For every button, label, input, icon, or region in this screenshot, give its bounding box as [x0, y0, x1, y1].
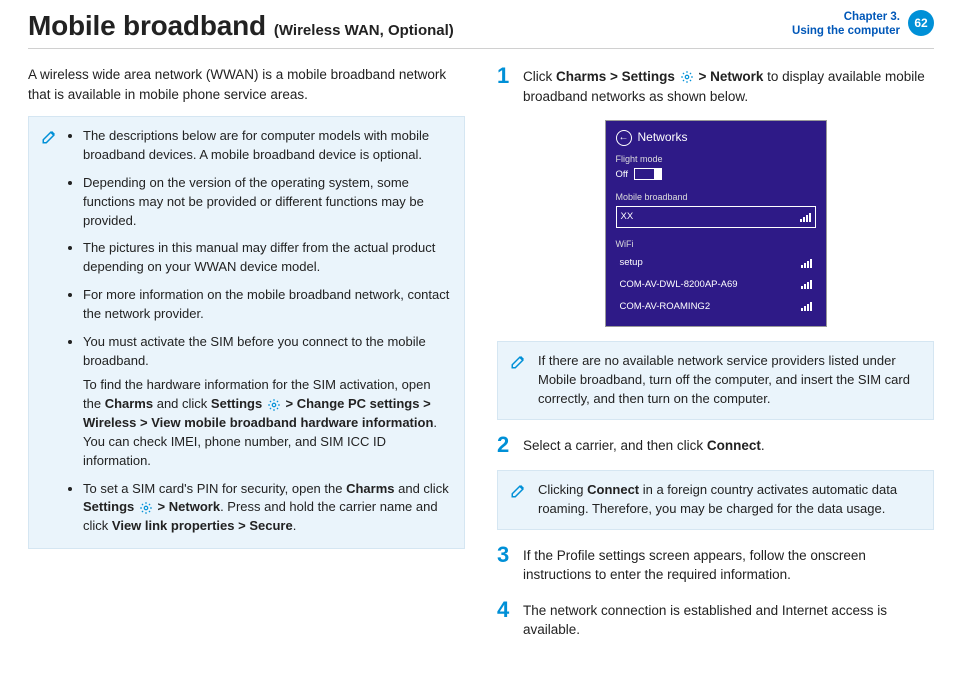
pencil-icon — [41, 127, 59, 536]
signal-icon — [801, 280, 812, 289]
wifi-row: COM-AV-ROAMING2 — [616, 297, 816, 317]
note-box-left: The descriptions below are for computer … — [28, 116, 465, 549]
toggle-icon — [634, 168, 662, 180]
pencil-icon — [510, 352, 528, 409]
gear-icon — [679, 69, 695, 85]
step-2: 2 Select a carrier, and then click Conne… — [497, 434, 934, 456]
page-title: Mobile broadband — [28, 10, 266, 42]
page-subtitle: (Wireless WAN, Optional) — [274, 22, 454, 39]
note-item: For more information on the mobile broad… — [83, 286, 452, 324]
note-sub: To find the hardware information for the… — [83, 376, 452, 470]
step-number: 4 — [497, 599, 513, 640]
signal-icon — [800, 213, 811, 222]
step-number: 1 — [497, 65, 513, 106]
chapter-label: Chapter 3. Using the computer — [792, 10, 900, 39]
signal-icon — [801, 302, 812, 311]
pencil-icon — [510, 481, 528, 519]
step-4: 4 The network connection is established … — [497, 599, 934, 640]
carrier-row: XX — [616, 206, 816, 228]
step-number: 3 — [497, 544, 513, 585]
note-box-roaming: Clicking Connect in a foreign country ac… — [497, 470, 934, 530]
note-item: Depending on the version of the operatin… — [83, 174, 452, 231]
wifi-row: setup — [616, 253, 816, 273]
step-3: 3 If the Profile settings screen appears… — [497, 544, 934, 585]
note-item: The descriptions below are for computer … — [83, 127, 452, 165]
step-1: 1 Click Charms > Settings > Network to d… — [497, 65, 934, 106]
note-item: You must activate the SIM before you con… — [83, 333, 452, 471]
divider — [28, 48, 934, 49]
note-box-sim: If there are no available network servic… — [497, 341, 934, 420]
note-item: To set a SIM card's PIN for security, op… — [83, 480, 452, 537]
page-number-badge: 62 — [908, 10, 934, 36]
gear-icon — [138, 500, 154, 516]
networks-panel-illustration: ←Networks Flight mode Off Mobile broadba… — [605, 120, 827, 327]
intro-text: A wireless wide area network (WWAN) is a… — [28, 65, 465, 104]
step-number: 2 — [497, 434, 513, 456]
back-icon: ← — [616, 130, 632, 146]
gear-icon — [266, 397, 282, 413]
note-item: The pictures in this manual may differ f… — [83, 239, 452, 277]
wifi-row: COM-AV-DWL-8200AP-A69 — [616, 275, 816, 295]
signal-icon — [801, 259, 812, 268]
